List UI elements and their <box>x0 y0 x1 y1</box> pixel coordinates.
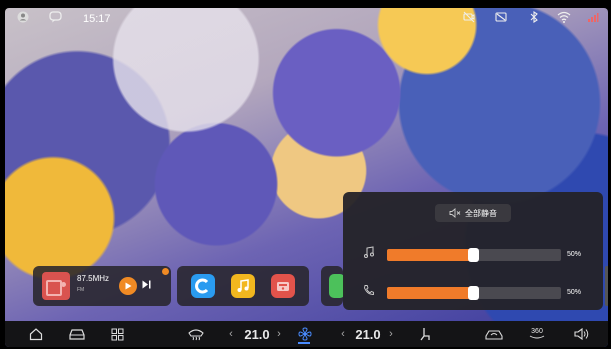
recirculation-icon[interactable] <box>483 324 505 344</box>
left-temperature: 21.0 <box>244 326 270 342</box>
music-note-icon <box>363 246 375 261</box>
left-temp-up-button[interactable]: › <box>275 324 283 344</box>
fan-icon[interactable] <box>297 324 313 344</box>
music-note-icon[interactable] <box>231 274 255 298</box>
home-icon[interactable] <box>27 324 45 344</box>
mute-all-label: 全部静音 <box>465 208 497 218</box>
play-icon <box>125 282 132 290</box>
app-shortcuts <box>177 266 309 306</box>
defrost-icon[interactable] <box>187 324 205 344</box>
media-volume-slider[interactable] <box>387 248 561 262</box>
call-volume-row: 50% <box>361 282 591 300</box>
camera-360-label: 360 <box>531 328 543 335</box>
next-widget-edge <box>605 266 608 306</box>
radio-widget[interactable]: 87.5MHz FM <box>33 266 171 306</box>
media-volume-fill <box>387 249 474 261</box>
bluetooth-icon <box>529 11 539 23</box>
play-button[interactable] <box>119 277 137 295</box>
media-volume-percent: 50% <box>567 251 582 258</box>
clock: 15:17 <box>83 13 111 25</box>
mute-icon <box>449 208 461 218</box>
radio-app-icon[interactable] <box>271 274 295 298</box>
radio-badge <box>162 268 169 275</box>
wallpaper: 15:17 87.5MHz FM 全部静音 50% 50% ‹ 21.0 › ‹… <box>5 8 608 347</box>
wifi-icon <box>557 11 571 23</box>
radio-band: FM <box>77 287 85 293</box>
seat-icon[interactable] <box>417 324 433 344</box>
camera-360-button[interactable]: 360 <box>527 324 547 344</box>
car-icon[interactable] <box>67 324 87 344</box>
call-volume-slider[interactable] <box>387 286 561 300</box>
radio-icon <box>42 272 70 300</box>
volume-panel: 全部静音 50% 50% <box>343 192 603 310</box>
call-volume-percent: 50% <box>567 289 582 296</box>
right-temp-up-button[interactable]: › <box>387 324 395 344</box>
apps-grid-icon[interactable] <box>109 324 125 344</box>
no-screen-icon <box>495 11 507 23</box>
volume-icon[interactable] <box>573 324 591 344</box>
c-logo-icon[interactable] <box>191 274 215 298</box>
call-volume-knob[interactable] <box>468 286 479 300</box>
fan-active-indicator <box>298 342 310 344</box>
next-track-button[interactable] <box>142 280 151 291</box>
user-icon[interactable] <box>17 11 29 23</box>
next-track-icon <box>142 280 151 289</box>
radio-frequency: 87.5MHz <box>77 274 110 283</box>
camera-360-icon <box>529 335 545 339</box>
media-volume-row: 50% <box>361 244 591 262</box>
signal-icon <box>587 11 599 23</box>
media-volume-knob[interactable] <box>468 248 479 262</box>
chat-icon[interactable] <box>49 11 62 23</box>
right-temp-down-button[interactable]: ‹ <box>339 324 347 344</box>
call-volume-fill <box>387 287 474 299</box>
left-temp-down-button[interactable]: ‹ <box>227 324 235 344</box>
phone-icon <box>363 284 375 299</box>
right-temperature: 21.0 <box>355 326 381 342</box>
status-bar: 15:17 <box>5 8 608 30</box>
mute-all-button[interactable]: 全部静音 <box>435 204 511 222</box>
phone-widget[interactable] <box>321 266 345 306</box>
no-camera-icon <box>463 11 475 23</box>
